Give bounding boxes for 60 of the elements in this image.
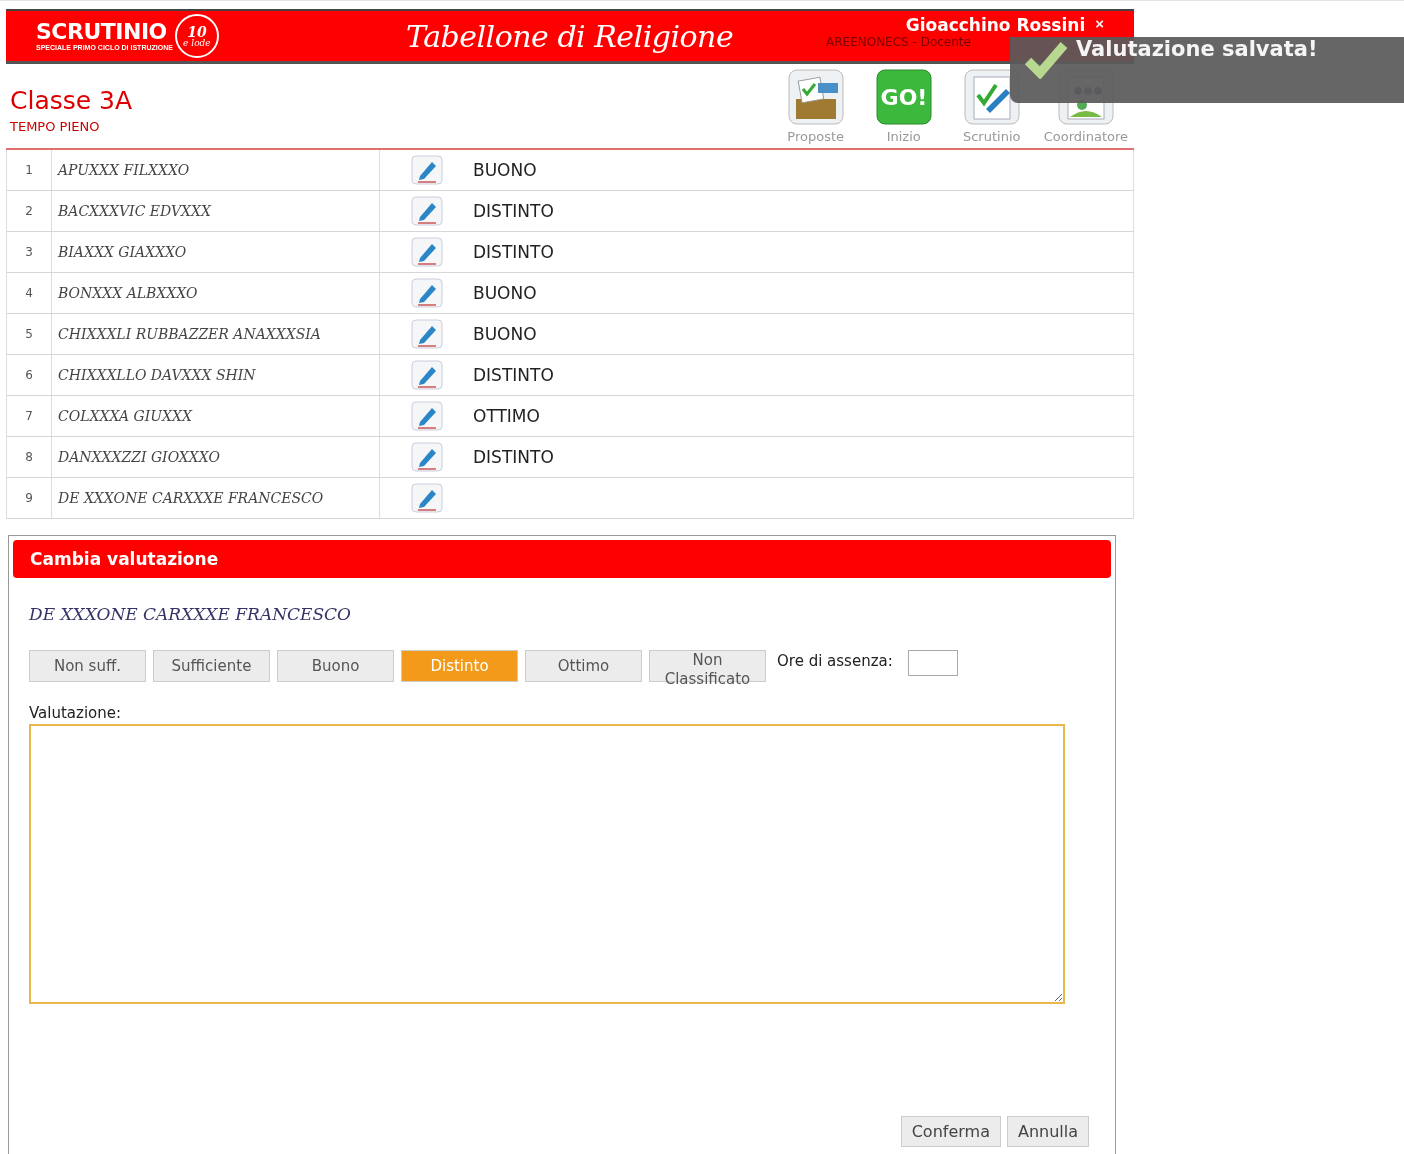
row-number: 5 xyxy=(24,327,34,341)
absence-label: Ore di assenza: xyxy=(777,652,893,670)
dialog-title: Cambia valutazione xyxy=(13,540,1111,578)
student-name: CHIXXXLLO DAVXXX SHIN xyxy=(51,355,379,395)
edit-icon[interactable] xyxy=(409,482,444,514)
grade-value: DISTINTO xyxy=(473,201,555,221)
grade-button[interactable]: Non Classificato xyxy=(649,650,766,682)
student-name: DANXXXZZI GIOXXXO xyxy=(51,437,379,477)
grade-value: OTTIMO xyxy=(473,406,541,426)
grade-value: DISTINTO xyxy=(473,447,555,467)
edit-icon[interactable] xyxy=(409,195,444,227)
row-number: 6 xyxy=(24,368,34,382)
class-name: Classe 3A xyxy=(10,86,133,115)
edit-icon[interactable] xyxy=(409,441,444,473)
row-number: 2 xyxy=(24,204,34,218)
row-number: 9 xyxy=(24,491,34,505)
dialog-button[interactable]: Conferma xyxy=(900,1116,1001,1147)
grade-value: BUONO xyxy=(473,160,538,180)
edit-icon[interactable] xyxy=(409,236,444,268)
page-title: Tabellone di Religione xyxy=(406,18,735,54)
student-name: BACXXXVIC EDVXXX xyxy=(51,191,379,231)
class-schedule: TEMPO PIENO xyxy=(10,119,101,134)
ballot-box-icon xyxy=(787,69,844,125)
checklist-icon xyxy=(963,69,1020,125)
logo-name: SCRUTINIO xyxy=(36,20,168,44)
row-number: 8 xyxy=(24,450,34,464)
edit-icon[interactable] xyxy=(409,154,444,186)
edit-icon[interactable] xyxy=(409,318,444,350)
grade-button[interactable]: Ottimo xyxy=(525,650,642,682)
edit-icon[interactable] xyxy=(409,277,444,309)
logo-badge: 10 e lode xyxy=(174,14,219,58)
row-number: 1 xyxy=(24,163,34,177)
grade-value: DISTINTO xyxy=(473,242,555,262)
grade-value: BUONO xyxy=(473,283,538,303)
edit-icon[interactable] xyxy=(409,400,444,432)
go-icon: GO! xyxy=(875,69,932,125)
grade-value: DISTINTO xyxy=(473,365,555,385)
user-name: Gioacchino Rossini xyxy=(905,15,1086,35)
close-button[interactable]: × xyxy=(1095,15,1104,32)
student-name: BIAXXX GIAXXXO xyxy=(51,232,379,272)
student-name: APUXXX FILXXXO xyxy=(51,150,379,190)
row-number: 3 xyxy=(24,245,34,259)
check-icon xyxy=(1024,39,1068,79)
student-name: DE XXXONE CARXXXE FRANCESCO xyxy=(51,478,379,518)
user-role: AREENONECS - Docente xyxy=(826,35,971,49)
evaluation-label: Valutazione: xyxy=(29,704,123,722)
student-name: CHIXXXLI RUBBAZZER ANAXXXSIA xyxy=(51,314,379,354)
toast-message: Valutazione salvata! xyxy=(1076,37,1318,61)
dialog-button[interactable]: Annulla xyxy=(1006,1116,1089,1147)
grade-button[interactable]: Sufficiente xyxy=(153,650,270,682)
row-number: 4 xyxy=(24,286,34,300)
row-number: 7 xyxy=(24,409,34,423)
dialog-student-name: DE XXXONE CARXXXE FRANCESCO xyxy=(29,604,353,624)
student-name: BONXXX ALBXXXO xyxy=(51,273,379,313)
student-name: COLXXXA GIUXXX xyxy=(51,396,379,436)
grade-button[interactable]: Buono xyxy=(277,650,394,682)
edit-icon[interactable] xyxy=(409,359,444,391)
grade-button[interactable]: Non suff. xyxy=(29,650,146,682)
absence-input[interactable] xyxy=(907,650,958,676)
grade-value: BUONO xyxy=(473,324,538,344)
